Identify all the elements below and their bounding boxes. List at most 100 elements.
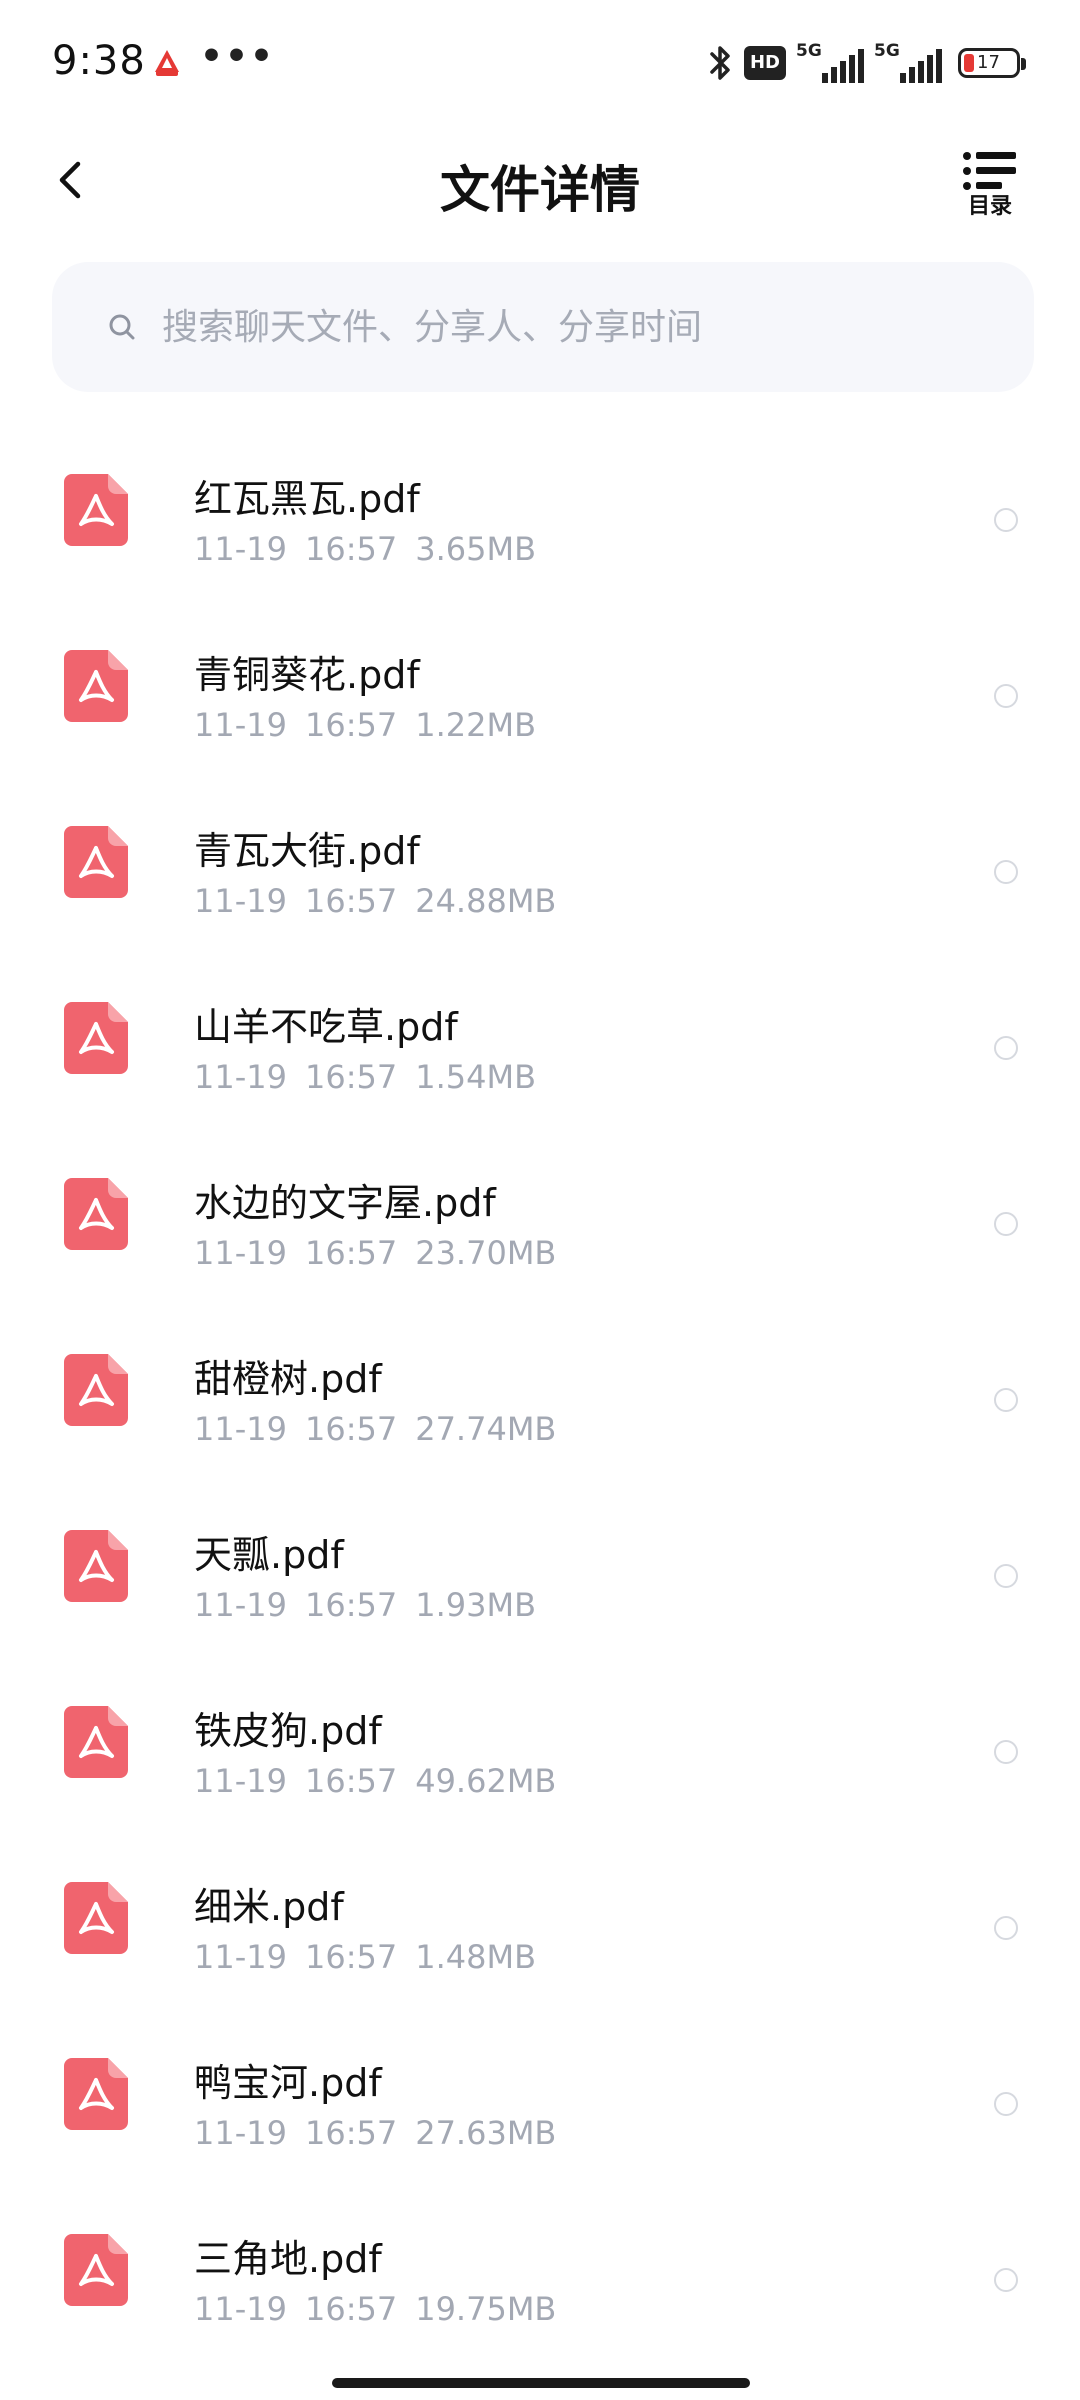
- file-size: 49.62MB: [415, 1762, 557, 1800]
- file-meta: 11-19 16:57 19.75MB: [194, 2290, 574, 2328]
- signal-2: 5G: [874, 41, 942, 85]
- pdf-file-icon: [64, 1882, 128, 1954]
- file-size: 1.48MB: [415, 1938, 537, 1976]
- file-date: 11-19: [194, 1586, 287, 1624]
- search-box[interactable]: [52, 262, 1034, 392]
- file-time: 16:57: [304, 1234, 398, 1272]
- pdf-file-icon: [64, 1530, 128, 1602]
- file-item[interactable]: 三角地.pdf 11-19 16:57 19.75MB: [0, 2194, 1080, 2370]
- file-meta: 11-19 16:57 3.65MB: [194, 530, 554, 568]
- file-name: 红瓦黑瓦.pdf: [194, 477, 420, 521]
- file-item[interactable]: 青铜葵花.pdf 11-19 16:57 1.22MB: [0, 610, 1080, 786]
- file-select-radio[interactable]: [994, 2092, 1018, 2116]
- file-size: 3.65MB: [415, 530, 537, 568]
- file-date: 11-19: [194, 2114, 287, 2152]
- search-icon: [104, 309, 140, 345]
- pdf-file-icon: [64, 474, 128, 546]
- file-name: 细米.pdf: [194, 1885, 344, 1929]
- file-select-radio[interactable]: [994, 508, 1018, 532]
- page-title: 文件详情: [440, 161, 640, 219]
- file-time: 16:57: [304, 2290, 398, 2328]
- file-item[interactable]: 天瓢.pdf 11-19 16:57 1.93MB: [0, 1490, 1080, 1666]
- file-date: 11-19: [194, 2290, 287, 2328]
- screen: 9:38 ••• HD 5G 5G 17 文件详情 目录 搜索聊天文件、分享人、…: [0, 0, 1080, 2400]
- file-time: 16:57: [304, 1058, 398, 1096]
- file-size: 1.22MB: [415, 706, 537, 744]
- file-size: 24.88MB: [415, 882, 557, 920]
- file-name: 甜橙树.pdf: [194, 1357, 382, 1401]
- file-name: 山羊不吃草.pdf: [194, 1005, 458, 1049]
- file-size: 1.93MB: [415, 1586, 537, 1624]
- file-name: 青瓦大街.pdf: [194, 829, 420, 873]
- pdf-file-icon: [64, 1706, 128, 1778]
- battery-fill: [964, 54, 974, 72]
- file-time: 16:57: [304, 1762, 398, 1800]
- catalog-button[interactable]: 目录: [960, 150, 1020, 230]
- file-item[interactable]: 水边的文字屋.pdf 11-19 16:57 23.70MB: [0, 1138, 1080, 1314]
- file-date: 11-19: [194, 1058, 287, 1096]
- file-date: 11-19: [194, 1234, 287, 1272]
- battery-level: 17: [977, 52, 1000, 73]
- status-time: 9:38: [52, 38, 146, 84]
- file-name: 青铜葵花.pdf: [194, 653, 420, 697]
- bluetooth-icon: [710, 46, 730, 80]
- file-item[interactable]: 甜橙树.pdf 11-19 16:57 27.74MB: [0, 1314, 1080, 1490]
- pdf-file-icon: [64, 2234, 128, 2306]
- file-item[interactable]: 红瓦黑瓦.pdf 11-19 16:57 3.65MB: [0, 434, 1080, 610]
- file-select-radio[interactable]: [994, 684, 1018, 708]
- file-select-radio[interactable]: [994, 1564, 1018, 1588]
- file-size: 19.75MB: [415, 2290, 557, 2328]
- hd-voice-badge: HD: [743, 46, 786, 80]
- file-list: 红瓦黑瓦.pdf 11-19 16:57 3.65MB 青铜葵花.pdf 11-19…: [0, 434, 1080, 2370]
- file-meta: 11-19 16:57 1.22MB: [194, 706, 554, 744]
- file-meta: 11-19 16:57 27.63MB: [194, 2114, 574, 2152]
- pdf-file-icon: [64, 2058, 128, 2130]
- header: 文件详情 目录: [0, 130, 1080, 230]
- file-select-radio[interactable]: [994, 1388, 1018, 1412]
- signal-1: 5G: [796, 41, 864, 85]
- battery-nub: [1021, 58, 1026, 70]
- file-time: 16:57: [304, 1938, 398, 1976]
- file-meta: 11-19 16:57 24.88MB: [194, 882, 574, 920]
- file-name: 水边的文字屋.pdf: [194, 1181, 496, 1225]
- status-bar: 9:38 ••• HD 5G 5G 17: [0, 0, 1080, 120]
- file-time: 16:57: [304, 706, 398, 744]
- network-type-label: 5G: [796, 41, 822, 61]
- file-item[interactable]: 鸭宝河.pdf 11-19 16:57 27.63MB: [0, 2018, 1080, 2194]
- battery-icon: 17: [958, 48, 1026, 78]
- file-select-radio[interactable]: [994, 1036, 1018, 1060]
- search-input[interactable]: [160, 305, 1034, 349]
- pdf-file-icon: [64, 1178, 128, 1250]
- file-time: 16:57: [304, 1586, 398, 1624]
- more-notifications-icon: •••: [200, 36, 276, 77]
- file-name: 鸭宝河.pdf: [194, 2061, 382, 2105]
- file-item[interactable]: 铁皮狗.pdf 11-19 16:57 49.62MB: [0, 1666, 1080, 1842]
- file-select-radio[interactable]: [994, 2268, 1018, 2292]
- pdf-file-icon: [64, 826, 128, 898]
- app-notification-icon: [155, 50, 179, 76]
- file-time: 16:57: [304, 530, 398, 568]
- file-name: 天瓢.pdf: [194, 1533, 344, 1577]
- list-icon: [963, 152, 1016, 190]
- file-meta: 11-19 16:57 1.54MB: [194, 1058, 554, 1096]
- pdf-file-icon: [64, 1354, 128, 1426]
- file-item[interactable]: 山羊不吃草.pdf 11-19 16:57 1.54MB: [0, 962, 1080, 1138]
- file-select-radio[interactable]: [994, 860, 1018, 884]
- file-item[interactable]: 细米.pdf 11-19 16:57 1.48MB: [0, 1842, 1080, 2018]
- file-meta: 11-19 16:57 23.70MB: [194, 1234, 574, 1272]
- file-date: 11-19: [194, 1410, 287, 1448]
- file-size: 27.63MB: [415, 2114, 557, 2152]
- file-meta: 11-19 16:57 27.74MB: [194, 1410, 574, 1448]
- network-type-label: 5G: [874, 41, 900, 61]
- file-item[interactable]: 青瓦大街.pdf 11-19 16:57 24.88MB: [0, 786, 1080, 962]
- file-select-radio[interactable]: [994, 1212, 1018, 1236]
- home-indicator[interactable]: [332, 2378, 750, 2388]
- status-indicators: HD 5G 5G 17: [708, 38, 1026, 88]
- file-date: 11-19: [194, 1762, 287, 1800]
- file-time: 16:57: [304, 882, 398, 920]
- file-select-radio[interactable]: [994, 1916, 1018, 1940]
- file-date: 11-19: [194, 1938, 287, 1976]
- file-size: 23.70MB: [415, 1234, 557, 1272]
- file-meta: 11-19 16:57 1.48MB: [194, 1938, 554, 1976]
- file-select-radio[interactable]: [994, 1740, 1018, 1764]
